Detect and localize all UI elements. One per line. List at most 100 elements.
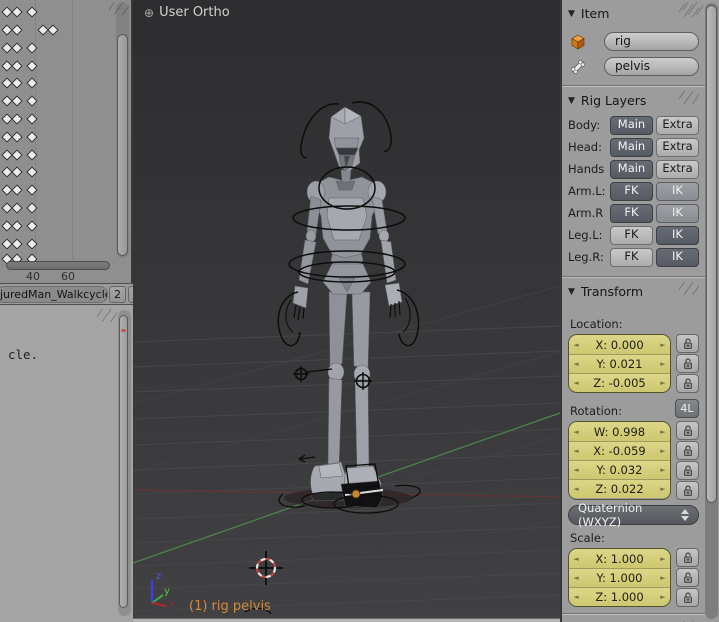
bone-origin-point[interactable] (351, 489, 361, 499)
rig-layer-row-arml: Arm.L: FK IK (568, 180, 699, 202)
rig-head-extra-button[interactable]: Extra (656, 137, 699, 157)
rotation-y-slider[interactable]: ◄ Y: 0.032 ► (569, 460, 670, 479)
panel-drag-grip[interactable] (679, 91, 699, 104)
slider-increment-arrow[interactable]: ► (656, 555, 670, 563)
rig-armr-ik-button[interactable]: IK (656, 203, 699, 223)
slider-decrement-arrow[interactable]: ◄ (569, 360, 583, 368)
slider-increment-arrow[interactable]: ► (656, 466, 670, 474)
dopesheet-vscrollbar-handle[interactable] (117, 34, 128, 256)
slider-increment-arrow[interactable]: ► (656, 593, 670, 601)
rig-legl-ik-button[interactable]: IK (656, 225, 699, 245)
rig-layers-panel-header[interactable]: ▼ Rig Layers (568, 87, 699, 114)
slider-decrement-arrow[interactable]: ◄ (569, 428, 583, 436)
keyframe-diamond[interactable] (47, 24, 59, 36)
scale-x-slider[interactable]: ◄ X: 1.000 ► (569, 549, 670, 568)
slider-value: X: -0.059 (593, 444, 646, 458)
cursor-3d[interactable] (249, 551, 283, 585)
location-x-slider[interactable]: ◄ X: 0.000 ► (569, 335, 670, 354)
keyframe-diamond[interactable] (11, 202, 23, 214)
rotation-x-lock-button[interactable] (676, 441, 699, 460)
slider-increment-arrow[interactable]: ► (656, 341, 670, 349)
slider-decrement-arrow[interactable]: ◄ (569, 555, 583, 563)
slider-decrement-arrow[interactable]: ◄ (569, 341, 583, 349)
text-vscrollbar-handle[interactable] (119, 315, 128, 608)
rig-legl-fk-button[interactable]: FK (610, 225, 653, 245)
rotation-y-lock-button[interactable] (676, 461, 699, 480)
region-resize-grip[interactable] (97, 309, 117, 322)
rotation-4l-button[interactable]: 4L (675, 399, 699, 418)
action-name-field[interactable]: juredMan_Walkcycle (0, 286, 108, 303)
location-x-lock-button[interactable] (676, 334, 699, 353)
keyframe-diamond[interactable] (11, 166, 23, 178)
scale-x-lock-button[interactable] (676, 548, 699, 567)
location-y-lock-button[interactable] (676, 354, 699, 373)
scale-z-slider[interactable]: ◄ Z: 1.000 ► (569, 587, 670, 606)
rig-layers-panel-title: Rig Layers (580, 93, 647, 108)
slider-decrement-arrow[interactable]: ◄ (569, 379, 583, 387)
item-panel-header[interactable]: ▼ Item (568, 0, 699, 27)
rig-hands-main-button[interactable]: Main (610, 159, 653, 179)
slider-increment-arrow[interactable]: ► (656, 574, 670, 582)
keyframe-diamond[interactable] (11, 149, 23, 161)
slider-decrement-arrow[interactable]: ◄ (569, 466, 583, 474)
slider-decrement-arrow[interactable]: ◄ (569, 593, 583, 601)
keyframe-diamond[interactable] (11, 238, 23, 250)
rotation-z-slider[interactable]: ◄ Z: 0.022 ► (569, 479, 670, 498)
slider-increment-arrow[interactable]: ► (656, 447, 670, 455)
rig-arml-fk-button[interactable]: FK (610, 181, 653, 201)
keyframe-diamond[interactable] (11, 6, 23, 18)
dope-sheet-region[interactable]: 40 60 (0, 0, 133, 283)
axis-z-label: z (156, 571, 162, 582)
text-editor-region[interactable]: cle. (0, 305, 133, 622)
slider-decrement-arrow[interactable]: ◄ (569, 485, 583, 493)
location-y-slider[interactable]: ◄ Y: 0.021 ► (569, 354, 670, 373)
region-resize-grip[interactable] (683, 2, 703, 15)
action-user-count-button[interactable]: 2 (109, 286, 126, 303)
rig-legr-fk-button[interactable]: FK (610, 247, 653, 267)
text-vscrollbar-track[interactable] (118, 310, 131, 616)
rotation-x-slider[interactable]: ◄ X: -0.059 ► (569, 441, 670, 460)
slider-increment-arrow[interactable]: ► (656, 428, 670, 436)
scale-y-slider[interactable]: ◄ Y: 1.000 ► (569, 568, 670, 587)
rig-body-extra-button[interactable]: Extra (656, 115, 699, 135)
rig-head-main-button[interactable]: Main (610, 137, 653, 157)
props-vscrollbar-handle[interactable] (706, 5, 717, 503)
rig-body-main-button[interactable]: Main (610, 115, 653, 135)
slider-increment-arrow[interactable]: ► (656, 379, 670, 387)
scale-z-lock-button[interactable] (676, 588, 699, 607)
frame-tick-60: 60 (61, 270, 75, 283)
location-z-lock-button[interactable] (676, 374, 699, 393)
rig-armr-fk-button[interactable]: FK (610, 203, 653, 223)
slider-increment-arrow[interactable]: ► (656, 360, 670, 368)
rig-arml-ik-button[interactable]: IK (656, 181, 699, 201)
scale-y-lock-button[interactable] (676, 568, 699, 587)
keyframe-diamond[interactable] (11, 184, 23, 196)
rig-layer-label-body: Body: (568, 118, 601, 132)
keyframe-diamond[interactable] (11, 24, 23, 36)
rig-extra-properties-panel-header[interactable]: ▶ Rig Extra Propertie (568, 617, 699, 622)
rotation-w-lock-button[interactable] (676, 421, 699, 440)
keyframe-diamond[interactable] (11, 77, 23, 89)
slider-decrement-arrow[interactable]: ◄ (569, 574, 583, 582)
rig-hands-extra-button[interactable]: Extra (656, 159, 699, 179)
bone-name-field[interactable]: pelvis (604, 57, 699, 76)
object-name-field[interactable]: rig (604, 32, 699, 51)
keyframe-diamond[interactable] (11, 220, 23, 232)
keyframe-diamond[interactable] (11, 42, 23, 54)
slider-increment-arrow[interactable]: ► (656, 485, 670, 493)
panel-drag-grip[interactable] (679, 282, 699, 295)
keyframe-diamond[interactable] (11, 95, 23, 107)
rotation-w-slider[interactable]: ◄ W: 0.998 ► (569, 422, 670, 441)
transform-panel-header[interactable]: ▼ Transform (568, 278, 699, 305)
keyframe-diamond[interactable] (11, 131, 23, 143)
keyframe-diamond[interactable] (11, 60, 23, 72)
viewport-3d[interactable]: z y x ⊕ User Ortho (1) rig pelvis (133, 0, 560, 622)
rotation-z-lock-button[interactable] (676, 481, 699, 500)
keyframe-diamond[interactable] (11, 113, 23, 125)
slider-decrement-arrow[interactable]: ◄ (569, 447, 583, 455)
dopesheet-hscrollbar-handle[interactable] (6, 261, 110, 270)
location-z-slider[interactable]: ◄ Z: -0.005 ► (569, 373, 670, 392)
rig-legr-ik-button[interactable]: IK (656, 247, 699, 267)
region-resize-grip[interactable] (109, 2, 129, 15)
rotation-mode-dropdown[interactable]: Quaternion (WXYZ) (568, 501, 699, 529)
